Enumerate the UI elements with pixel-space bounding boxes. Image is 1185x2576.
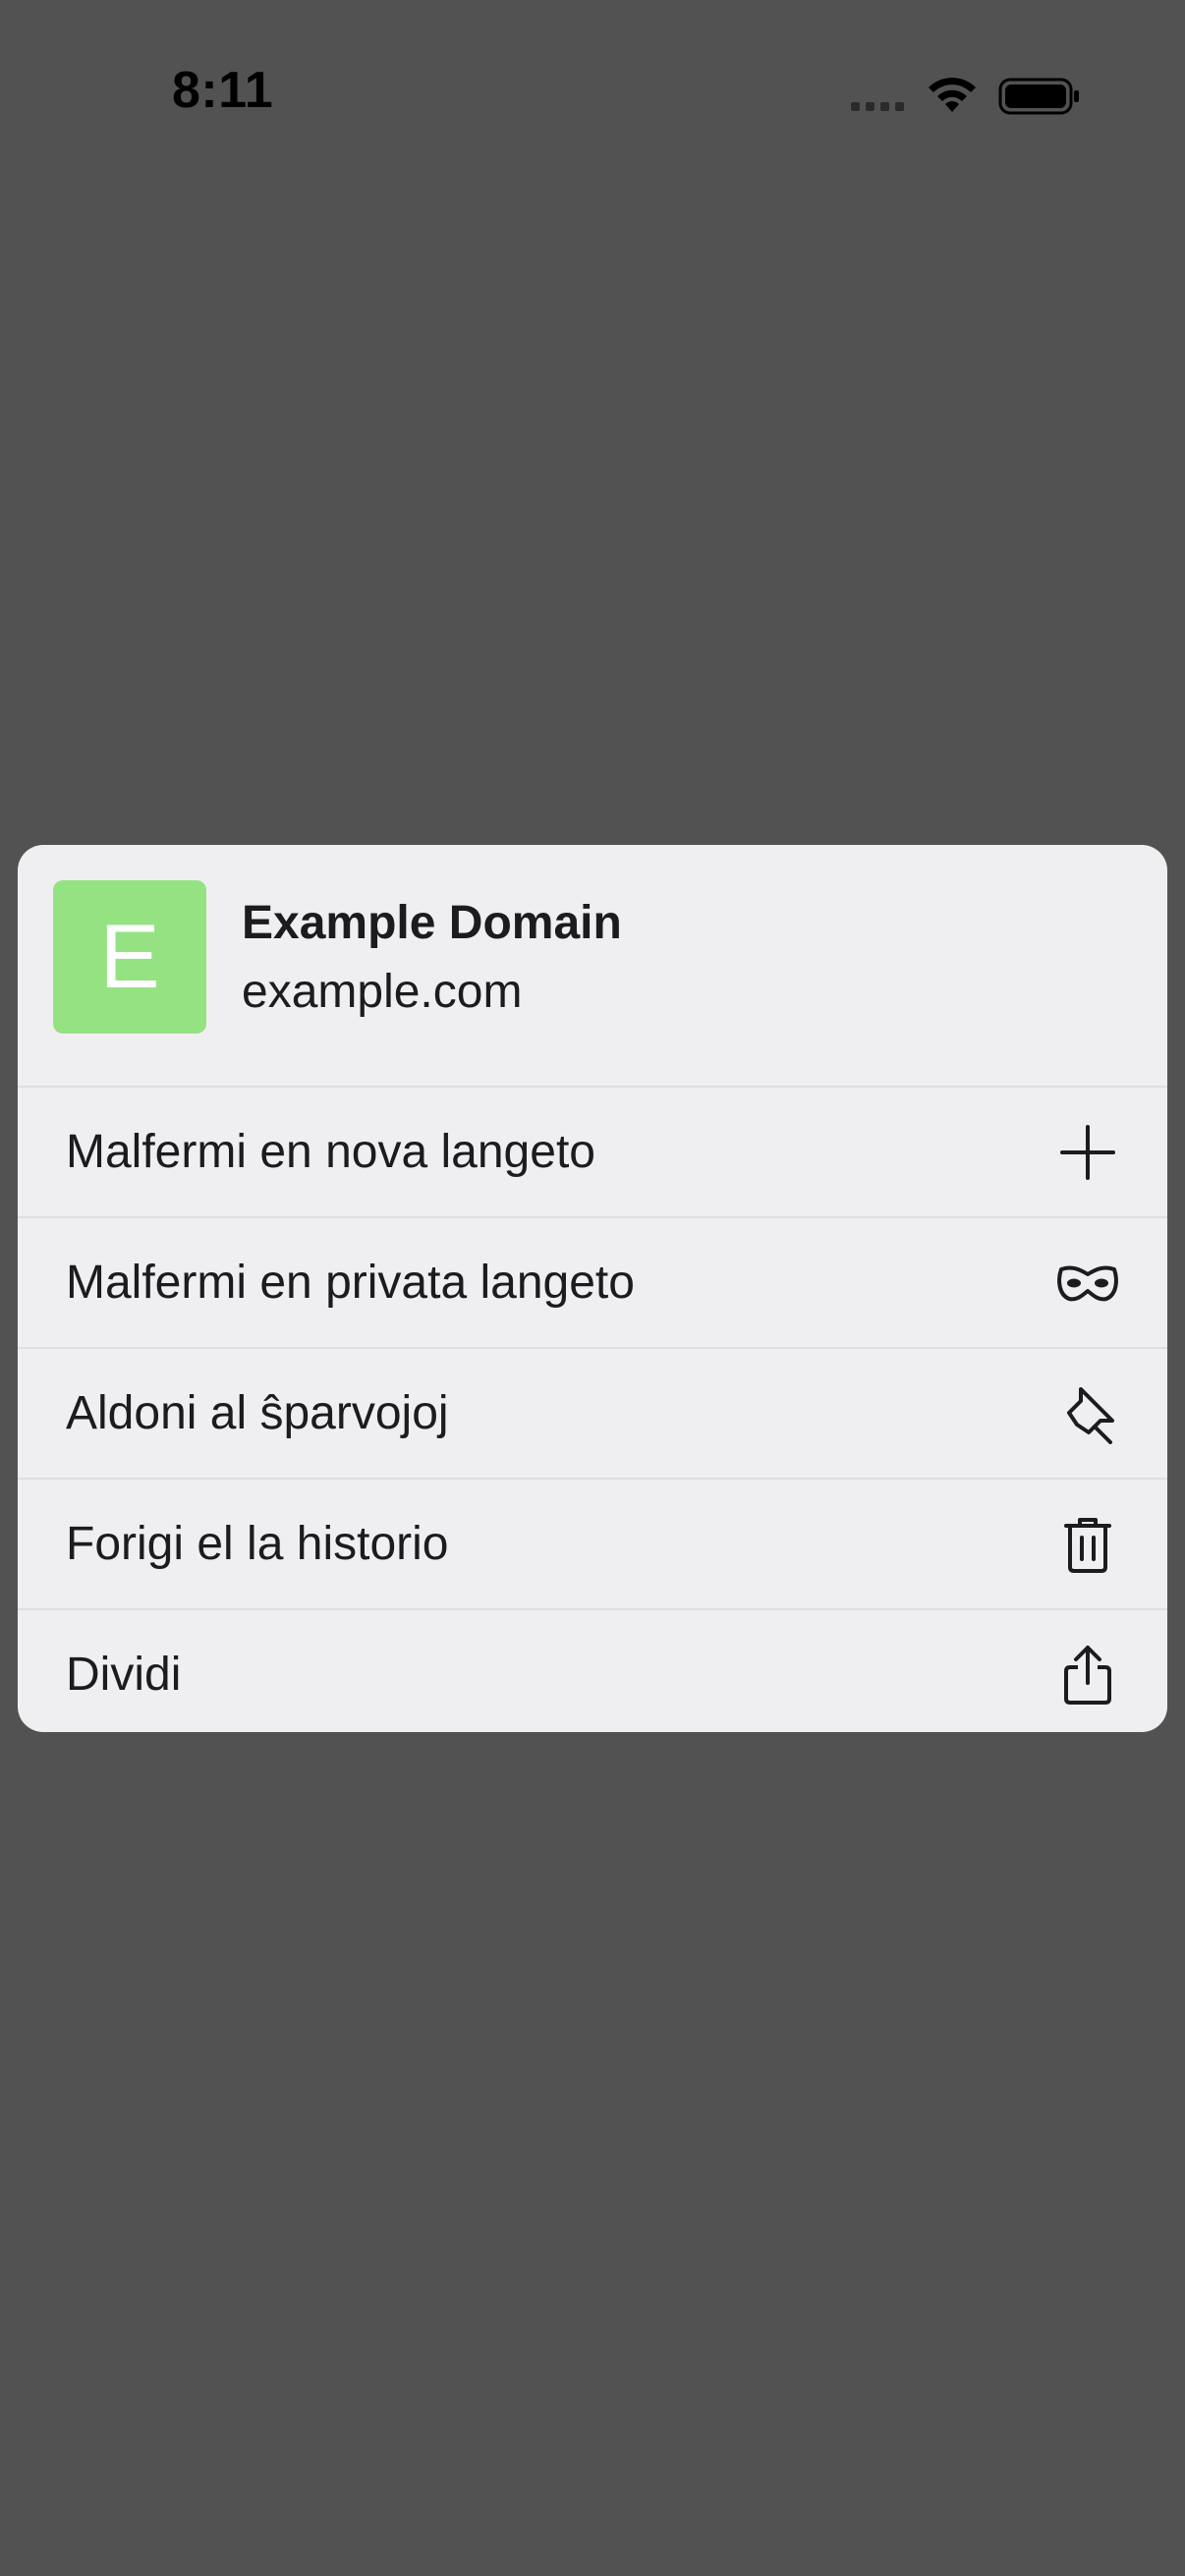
menu-item-label: Malfermi en nova langeto	[66, 1126, 595, 1178]
plus-icon	[1055, 1120, 1120, 1185]
battery-icon	[998, 78, 1079, 115]
menu-item-add-to-shortcuts[interactable]: Aldoni al ŝparvojoj	[18, 1347, 1167, 1478]
context-menu: E Example Domain example.com Malfermi en…	[18, 845, 1167, 1732]
trash-icon	[1055, 1512, 1120, 1577]
wifi-icon	[929, 78, 976, 112]
private-mask-icon	[1055, 1251, 1120, 1316]
menu-item-label: Aldoni al ŝparvojoj	[66, 1387, 449, 1439]
site-title: Example Domain	[242, 897, 622, 949]
share-icon	[1055, 1643, 1120, 1708]
menu-item-label: Malfermi en privata langeto	[66, 1257, 635, 1309]
status-bar: 8:11	[0, 0, 1185, 196]
site-preview-header: E Example Domain example.com	[18, 845, 1167, 1086]
site-url: example.com	[242, 966, 523, 1018]
site-favicon: E	[53, 880, 206, 1034]
menu-item-label: Dividi	[66, 1649, 182, 1701]
menu-item-remove-from-history[interactable]: Forigi el la historio	[18, 1478, 1167, 1608]
menu-item-share[interactable]: Dividi	[18, 1608, 1167, 1732]
menu-item-open-new-tab[interactable]: Malfermi en nova langeto	[18, 1086, 1167, 1216]
menu-item-label: Forigi el la historio	[66, 1518, 449, 1570]
cellular-signal-icon	[851, 102, 906, 114]
status-time: 8:11	[172, 62, 274, 119]
pin-icon	[1055, 1381, 1120, 1446]
menu-item-open-private-tab[interactable]: Malfermi en privata langeto	[18, 1216, 1167, 1347]
